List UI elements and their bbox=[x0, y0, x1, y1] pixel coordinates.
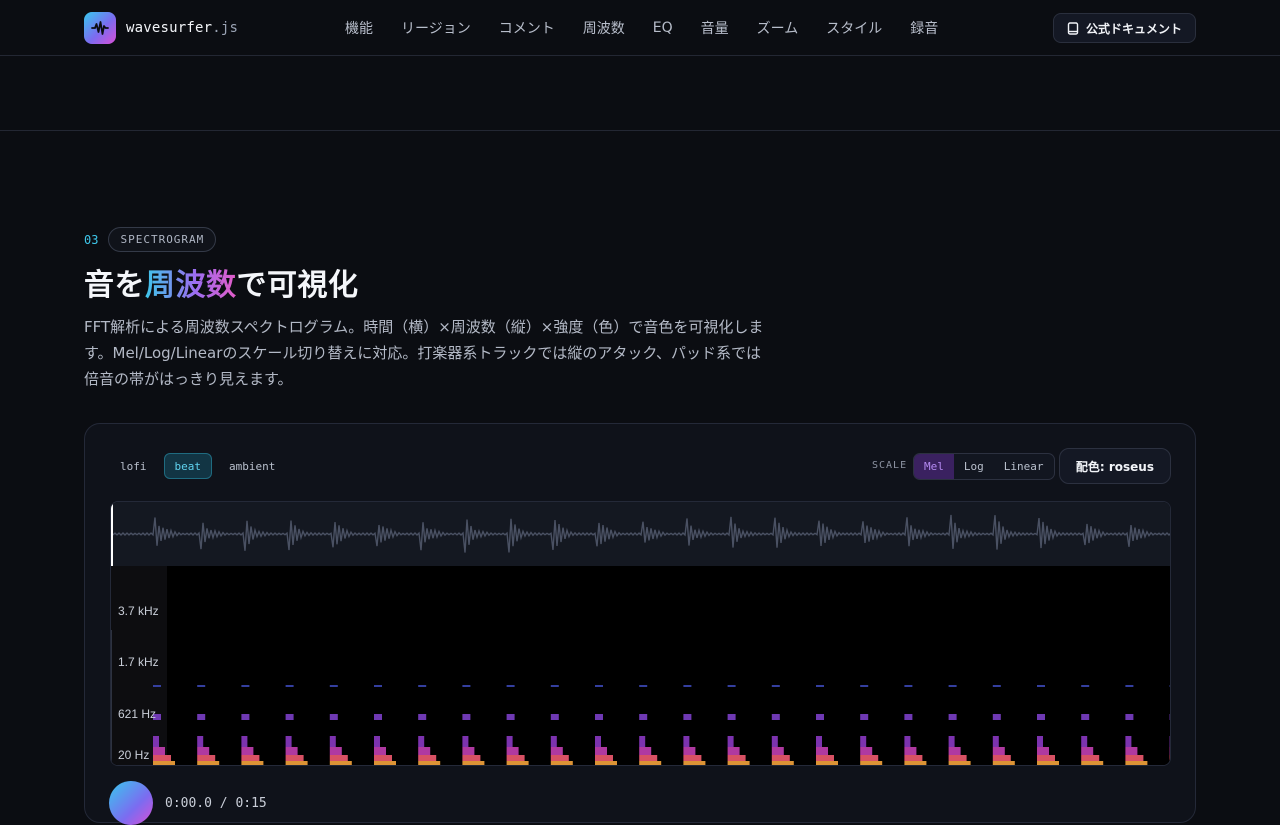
section-number: 03 bbox=[84, 232, 99, 247]
spectrogram-burst bbox=[506, 685, 529, 765]
section-eyebrow: 03 SPECTROGRAM bbox=[84, 227, 217, 252]
scale-label: SCALE bbox=[872, 460, 908, 471]
spectrogram-viewer[interactable]: 3.7 kHz 1.7 kHz 621 Hz 20 Hz bbox=[110, 501, 1171, 766]
waveform-path bbox=[111, 514, 1170, 553]
title-suffix: で可視化 bbox=[236, 268, 359, 303]
scale-segmented-control: Mel Log Linear bbox=[913, 453, 1055, 480]
palette-button[interactable]: 配色: roseus bbox=[1058, 448, 1171, 484]
spectrogram-burst bbox=[329, 685, 352, 765]
freq-label-3-7khz: 3.7 kHz bbox=[118, 604, 159, 618]
waveform-panel[interactable] bbox=[111, 502, 1170, 566]
track-button-beat[interactable]: beat bbox=[163, 453, 212, 479]
scale-option-linear[interactable]: Linear bbox=[994, 454, 1054, 479]
section-tag: SPECTROGRAM bbox=[108, 227, 217, 252]
spectrogram-burst bbox=[595, 685, 617, 765]
nav-link-volume[interactable]: 音量 bbox=[701, 18, 729, 38]
playhead-cursor[interactable] bbox=[111, 502, 113, 566]
nav-link-features[interactable]: 機能 bbox=[345, 18, 373, 38]
track-button-ambient[interactable]: ambient bbox=[218, 453, 286, 479]
section-title: 音を周波数で可視化 bbox=[84, 260, 359, 304]
freq-label-621hz: 621 Hz bbox=[118, 707, 157, 721]
nav-link-style[interactable]: スタイル bbox=[826, 18, 882, 38]
spectrogram-graphic bbox=[111, 566, 1170, 765]
playhead-line bbox=[111, 630, 112, 765]
logo-extension: .js bbox=[212, 20, 239, 36]
official-docs-button[interactable]: 公式ドキュメント bbox=[1052, 13, 1196, 43]
title-highlight: 周波数 bbox=[145, 268, 237, 303]
nav-link-zoom[interactable]: ズーム bbox=[757, 18, 799, 38]
nav-link-regions[interactable]: リージョン bbox=[401, 18, 471, 38]
spectrogram-burst bbox=[241, 685, 264, 765]
spectrogram-burst bbox=[904, 685, 927, 765]
nav-link-recording[interactable]: 録音 bbox=[910, 18, 938, 38]
logo-name: wavesurfer bbox=[126, 20, 213, 36]
title-prefix: 音を bbox=[84, 268, 145, 303]
logo[interactable]: wavesurfer.js bbox=[84, 12, 238, 44]
spectrogram-burst bbox=[683, 685, 706, 765]
spectrogram-burst bbox=[860, 685, 883, 765]
freq-label-20hz: 20 Hz bbox=[118, 748, 150, 762]
logo-text: wavesurfer.js bbox=[126, 20, 238, 36]
spectrogram-burst bbox=[992, 685, 1015, 765]
spectrogram-burst bbox=[727, 685, 750, 765]
top-navigation-bar: wavesurfer.js 機能 リージョン コメント 周波数 EQ 音量 ズー… bbox=[0, 0, 1280, 56]
spectrogram-burst bbox=[462, 685, 485, 765]
sub-header-strip bbox=[0, 56, 1280, 131]
scale-option-log[interactable]: Log bbox=[954, 454, 994, 479]
nav-link-eq[interactable]: EQ bbox=[653, 20, 673, 36]
spectrogram-burst bbox=[285, 685, 308, 765]
nav-link-comments[interactable]: コメント bbox=[499, 18, 555, 38]
spectrogram-burst bbox=[816, 685, 838, 765]
play-button[interactable] bbox=[109, 781, 153, 825]
docs-button-label: 公式ドキュメント bbox=[1085, 21, 1182, 36]
spectrogram-burst bbox=[639, 685, 662, 765]
spectrogram-burst bbox=[1037, 685, 1059, 765]
spectrogram-burst bbox=[374, 685, 396, 765]
track-selector: lofi beat ambient bbox=[109, 453, 286, 479]
main-nav: 機能 リージョン コメント 周波数 EQ 音量 ズーム スタイル 録音 bbox=[345, 0, 966, 56]
spectrogram-demo-card: lofi beat ambient SCALE Mel Log Linear 配… bbox=[84, 423, 1196, 825]
spectrogram-burst bbox=[771, 685, 794, 765]
book-icon bbox=[1067, 21, 1079, 35]
spectrogram-burst bbox=[1125, 685, 1148, 765]
spectrogram-panel[interactable]: 3.7 kHz 1.7 kHz 621 Hz 20 Hz bbox=[111, 566, 1170, 765]
spectrogram-burst bbox=[1081, 685, 1104, 765]
section-description: FFT解析による周波数スペクトログラム。時間（横）×周波数（縦）×強度（色）で音… bbox=[84, 318, 764, 388]
spectrogram-burst bbox=[550, 685, 573, 765]
scale-option-mel[interactable]: Mel bbox=[914, 454, 954, 479]
spectrogram-burst bbox=[197, 685, 220, 765]
freq-label-1-7khz: 1.7 kHz bbox=[118, 655, 159, 669]
spectrogram-burst bbox=[1169, 685, 1170, 765]
spectrogram-burst bbox=[948, 685, 971, 765]
waveform-graphic bbox=[111, 514, 1170, 553]
track-button-lofi[interactable]: lofi bbox=[109, 453, 158, 479]
spectrogram-burst bbox=[418, 685, 441, 765]
player-controls: 0:00.0 / 0:15 bbox=[109, 781, 267, 825]
time-display: 0:00.0 / 0:15 bbox=[165, 795, 267, 811]
nav-link-frequency[interactable]: 周波数 bbox=[583, 18, 625, 38]
waveform-logo-icon bbox=[84, 12, 116, 44]
